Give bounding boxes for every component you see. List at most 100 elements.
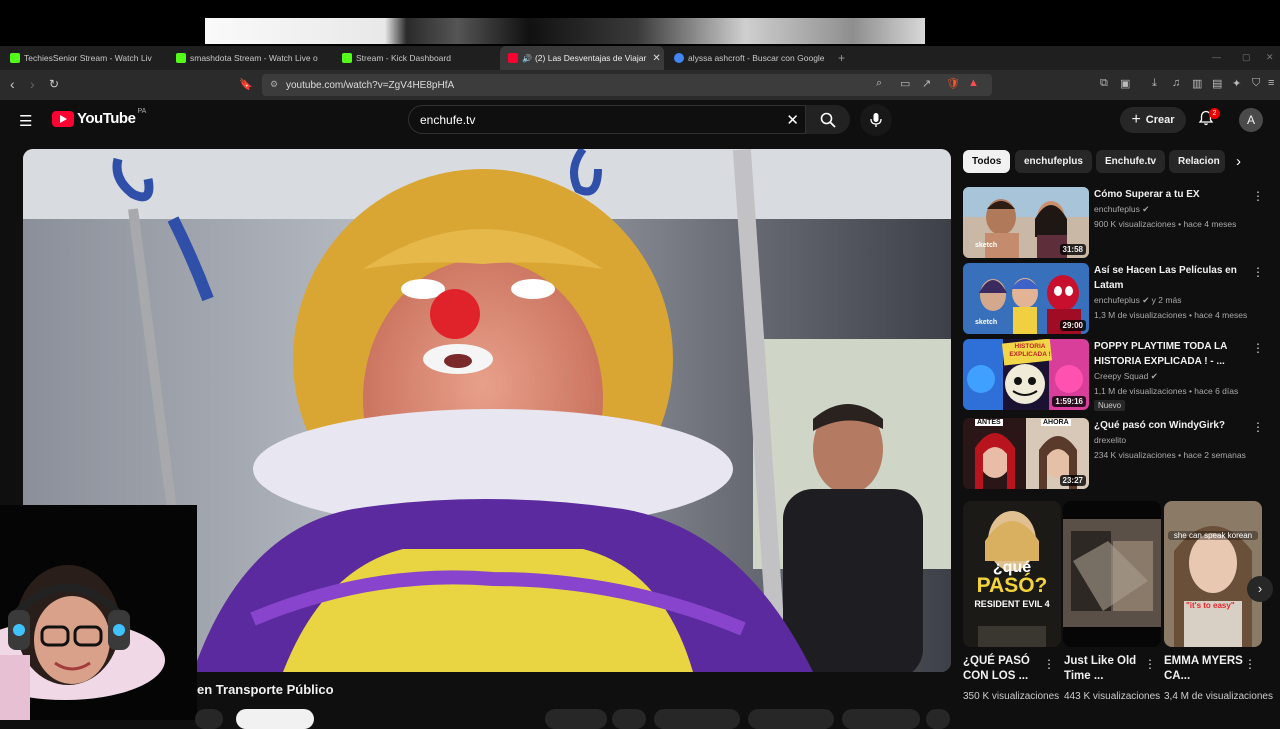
list-item[interactable]: HISTORIA EXPLICADA ! 1:59:16 POPPY PLAYT… <box>963 339 1273 411</box>
video-title[interactable]: Así se Hacen Las Películas en Latam <box>1094 263 1254 293</box>
more-vert-icon[interactable]: ⋮ <box>1252 420 1264 434</box>
more-vert-icon[interactable]: ⋮ <box>1252 341 1264 355</box>
more-actions-button[interactable] <box>926 709 950 729</box>
account-avatar[interactable]: A <box>1239 108 1263 132</box>
new-badge: Nuevo <box>1094 400 1126 411</box>
music-icon[interactable]: ♫ <box>1172 77 1180 89</box>
tab-label: (2) Las Desventajas de Viajar <box>534 53 647 63</box>
create-button[interactable]: + Crear <box>1120 107 1186 133</box>
chip-enchufeplus[interactable]: enchufeplus <box>1015 150 1092 173</box>
duration-badge: 1:59:16 <box>1052 396 1086 407</box>
more-vert-icon[interactable]: ⋮ <box>1043 657 1055 671</box>
short-views: 443 K visualizaciones <box>1064 691 1161 702</box>
back-icon[interactable]: ‹ <box>10 76 15 92</box>
short-art-line2: PASÓ? <box>976 574 1048 597</box>
video-thumbnail[interactable]: sketch 31:58 <box>963 187 1089 258</box>
browser-tab[interactable]: alyssa ashcroft - Buscar con Google <box>674 46 834 70</box>
shorts-next-button[interactable]: › <box>1247 576 1273 602</box>
chip-enchufetv[interactable]: Enchufe.tv <box>1096 150 1166 173</box>
tab-label: Stream - Kick Dashboard <box>356 53 451 63</box>
download-button[interactable] <box>748 709 834 729</box>
bookmark-icon[interactable]: 🔖 <box>239 78 253 91</box>
minimize-icon[interactable]: — <box>1212 52 1221 62</box>
share-icon[interactable]: ↗ <box>922 77 931 90</box>
channel-name[interactable]: enchufeplus ✔ y 2 más <box>1094 295 1181 306</box>
more-vert-icon[interactable]: ⋮ <box>1244 657 1256 671</box>
reload-icon[interactable]: ↻ <box>49 77 59 91</box>
search-input[interactable]: enchufe.tv ✕ <box>408 105 806 134</box>
subscribe-button[interactable] <box>236 709 314 729</box>
channel-name[interactable]: Creepy Squad ✔ <box>1094 371 1158 382</box>
youtube-logo[interactable]: YouTube PA <box>52 108 146 127</box>
short-thumbnail[interactable] <box>1063 501 1161 647</box>
video-thumbnail[interactable]: HISTORIA EXPLICADA ! 1:59:16 <box>963 339 1089 410</box>
video-title[interactable]: POPPY PLAYTIME TODA LA HISTORIA EXPLICAD… <box>1094 339 1254 369</box>
chip-todos[interactable]: Todos <box>963 150 1011 173</box>
extensions-icon[interactable]: ⧉ <box>1100 77 1108 90</box>
chip-relacionados[interactable]: Relacion <box>1169 150 1225 173</box>
more-vert-icon[interactable]: ⋮ <box>1252 265 1264 279</box>
video-meta: 900 K visualizaciones • hace 4 meses <box>1094 219 1237 229</box>
rewards-icon[interactable]: ▲ <box>968 77 979 89</box>
sidebar-icon[interactable]: ▥ <box>1192 77 1202 90</box>
voice-search-button[interactable] <box>860 104 892 136</box>
short-title[interactable]: Just Like Old Time ... <box>1064 654 1144 684</box>
new-tab-button[interactable]: + <box>838 46 852 70</box>
vpn-icon[interactable]: ⛉ <box>1252 77 1260 90</box>
webcam-overlay <box>0 505 197 720</box>
search-button[interactable] <box>806 105 850 134</box>
short-title[interactable]: EMMA MYERS CA... <box>1164 654 1244 684</box>
google-icon <box>674 53 684 63</box>
list-item[interactable]: ANTES AHORA 23:27 ¿Qué pasó con WindyGir… <box>963 418 1273 490</box>
screen-icon[interactable]: ▭ <box>900 77 910 90</box>
share-button[interactable] <box>654 709 740 729</box>
wallet-icon[interactable]: ▣ <box>1120 77 1130 90</box>
video-title[interactable]: Cómo Superar a tu EX <box>1094 187 1254 202</box>
close-tab-icon[interactable]: ✕ <box>652 53 660 64</box>
menu-icon[interactable]: ≡ <box>1268 77 1274 89</box>
dislike-button[interactable] <box>612 709 646 729</box>
channel-name[interactable]: drexelito <box>1094 435 1126 445</box>
list-item[interactable]: sketch 31:58 Cómo Superar a tu EX enchuf… <box>963 187 1273 259</box>
save-button[interactable] <box>842 709 920 729</box>
download-icon[interactable]: ⤓ <box>1152 77 1157 90</box>
clear-search-icon[interactable]: ✕ <box>786 111 799 129</box>
short-thumbnail[interactable]: she can speak korean "it's to easy" <box>1164 501 1262 647</box>
video-title[interactable]: ¿Qué pasó con WindyGirk? <box>1094 418 1254 433</box>
after-label: AHORA <box>1041 419 1071 426</box>
short-title[interactable]: ¿QUÉ PASÓ CON LOS ... <box>963 654 1043 684</box>
search-value: enchufe.tv <box>420 112 476 127</box>
sketch-tag: sketch <box>975 242 998 249</box>
browser-tab-active[interactable]: 🔊 (2) Las Desventajas de Viajar ✕ <box>500 46 664 70</box>
reading-icon[interactable]: ▤ <box>1212 77 1222 90</box>
chevron-right-icon[interactable]: › <box>1236 153 1241 170</box>
kick-icon <box>342 53 352 63</box>
subscribe-area[interactable] <box>195 709 223 729</box>
more-vert-icon[interactable]: ⋮ <box>1252 189 1264 203</box>
browser-tab[interactable]: TechiesSenior Stream - Watch Liv <box>10 46 160 70</box>
brave-shield-icon[interactable]: 🛡 <box>946 77 960 90</box>
browser-tab[interactable]: smashdota Stream - Watch Live o <box>176 46 326 70</box>
notification-count-badge: 2 <box>1209 108 1220 119</box>
video-thumbnail[interactable]: sketch 29:00 <box>963 263 1089 334</box>
url-field[interactable]: ⚙ youtube.com/watch?v=ZgV4HE8pHfA <box>262 74 992 96</box>
hamburger-menu-icon[interactable]: ☰ <box>19 112 32 130</box>
before-label: ANTES <box>975 419 1003 426</box>
list-item[interactable]: sketch 29:00 Así se Hacen Las Películas … <box>963 263 1273 335</box>
kick-icon <box>10 53 20 63</box>
microphone-icon <box>870 113 882 127</box>
short-caption: she can speak korean <box>1168 531 1258 540</box>
channel-name[interactable]: enchufeplus ✔ <box>1094 204 1149 215</box>
zoom-icon[interactable]: ⌕ <box>876 77 882 90</box>
short-views: 350 K visualizaciones <box>963 691 1060 702</box>
like-button[interactable] <box>545 709 607 729</box>
video-thumbnail[interactable]: ANTES AHORA 23:27 <box>963 418 1089 489</box>
window-close-icon[interactable]: ✕ <box>1266 52 1274 63</box>
short-thumbnail[interactable]: ¿qué PASÓ? RESIDENT EVIL 4 <box>963 501 1061 647</box>
site-info-icon[interactable]: ⚙ <box>270 79 278 90</box>
leo-icon[interactable]: ✦ <box>1232 77 1241 90</box>
forward-icon[interactable]: › <box>30 76 35 92</box>
maximize-icon[interactable]: ▢ <box>1242 52 1251 63</box>
more-vert-icon[interactable]: ⋮ <box>1144 657 1156 671</box>
browser-tab[interactable]: Stream - Kick Dashboard <box>342 46 492 70</box>
